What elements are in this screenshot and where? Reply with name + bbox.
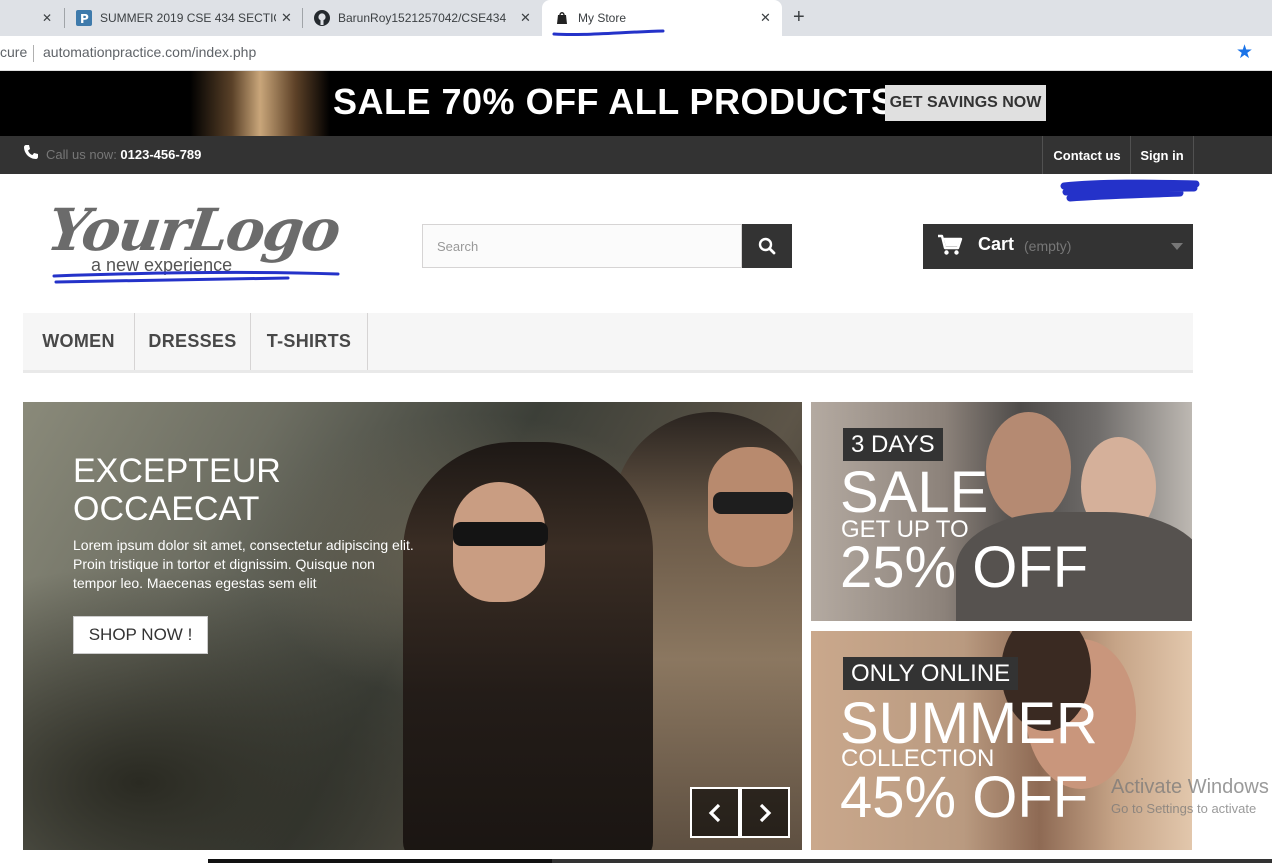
banner-badge: 3 DAYS bbox=[843, 428, 943, 461]
banner-discount: 45% OFF bbox=[840, 765, 1089, 830]
bottom-edge bbox=[0, 856, 1272, 863]
close-icon[interactable]: ✕ bbox=[42, 11, 52, 25]
promo-headline: SALE 70% OFF ALL PRODUCTS bbox=[333, 81, 896, 122]
phone-icon bbox=[24, 145, 38, 159]
chevron-left-icon bbox=[708, 803, 721, 822]
tab-label: My Store bbox=[578, 11, 627, 25]
tab-summer-2019[interactable]: P SUMMER 2019 CSE 434 SECTION ✕ bbox=[76, 0, 296, 36]
slider-prev-button[interactable] bbox=[690, 787, 740, 838]
promo-banner[interactable]: SALE 70% OFF ALL PRODUCTS GET SAVINGS NO… bbox=[0, 71, 1272, 136]
menu-item-dresses[interactable]: DRESSES bbox=[135, 313, 251, 370]
banner-headline: SALE bbox=[840, 460, 989, 525]
cart-button[interactable]: Cart (empty) bbox=[923, 224, 1193, 269]
chevron-down-icon bbox=[1171, 243, 1183, 250]
get-savings-button[interactable]: GET SAVINGS NOW bbox=[885, 85, 1046, 121]
url-field[interactable]: automationpractice.com/index.php bbox=[43, 44, 256, 60]
contact-us-link[interactable]: Contact us bbox=[1042, 136, 1131, 174]
close-icon[interactable]: ✕ bbox=[520, 10, 531, 26]
slide-title-line2: OCCAECAT bbox=[73, 490, 260, 528]
tab-label: BarunRoy1521257042/CSE434 bbox=[338, 11, 507, 25]
cart-icon bbox=[938, 234, 963, 255]
slide-description: Lorem ipsum dolor sit amet, consectetur … bbox=[73, 537, 414, 591]
search-input[interactable] bbox=[423, 225, 741, 267]
call-label: Call us now: bbox=[46, 147, 121, 162]
svg-text:P: P bbox=[80, 12, 89, 26]
bottom-edge-bar bbox=[552, 859, 1272, 863]
close-icon[interactable]: ✕ bbox=[760, 10, 771, 26]
tab-separator bbox=[302, 8, 303, 28]
slide-photo-man-sunglasses bbox=[713, 492, 793, 514]
promo-model-image bbox=[190, 71, 330, 136]
cart-label: Cart bbox=[978, 234, 1015, 254]
banner-photo-man-face bbox=[986, 412, 1071, 522]
bookmark-star-icon[interactable]: ★ bbox=[1236, 41, 1253, 64]
site-logo[interactable]: YourLogo a new experience bbox=[43, 196, 348, 296]
tab-separator bbox=[64, 8, 65, 28]
search-box bbox=[422, 224, 742, 268]
logo-main-text: YourLogo bbox=[43, 196, 344, 264]
tab-close-icon[interactable]: ✕ bbox=[42, 0, 52, 36]
promo-banner-summer-collection[interactable]: ONLY ONLINE SUMMER COLLECTION 45% OFF bbox=[811, 631, 1192, 850]
slide-title: EXCEPTEUR OCCAECAT bbox=[73, 452, 281, 528]
logo-annotation-underline bbox=[52, 271, 340, 284]
menu-item-t-shirts[interactable]: T-SHIRTS bbox=[251, 313, 368, 370]
search-button[interactable] bbox=[742, 224, 792, 268]
category-menu: WOMEN DRESSES T-SHIRTS bbox=[23, 313, 1193, 373]
sign-in-annotation-scribble bbox=[1060, 179, 1200, 202]
windows-activation-subtitle: Go to Settings to activate bbox=[1111, 801, 1257, 816]
slider-next-button[interactable] bbox=[740, 787, 790, 838]
promo-banner-3-days-sale[interactable]: 3 DAYS SALE GET UP TO 25% OFF bbox=[811, 402, 1192, 621]
sign-in-link[interactable]: Sign in bbox=[1130, 136, 1194, 174]
shopping-bag-favicon-icon bbox=[554, 10, 570, 26]
banner-discount: 25% OFF bbox=[840, 535, 1089, 600]
piazza-favicon-icon: P bbox=[76, 10, 92, 26]
slide-title-line1: EXCEPTEUR bbox=[73, 452, 281, 490]
call-us-text: Call us now: 0123-456-789 bbox=[46, 147, 201, 162]
top-nav-bar: Call us now: 0123-456-789 Contact us Sig… bbox=[0, 136, 1272, 174]
chevron-right-icon bbox=[759, 803, 772, 822]
tab-github-cse434[interactable]: BarunRoy1521257042/CSE434 ✕ bbox=[314, 0, 536, 36]
bottom-edge-bar bbox=[208, 859, 552, 863]
shop-now-button[interactable]: SHOP NOW ! bbox=[73, 616, 208, 654]
new-tab-button[interactable]: + bbox=[793, 6, 805, 29]
phone-number: 0123-456-789 bbox=[120, 147, 202, 162]
cart-status: (empty) bbox=[1024, 238, 1072, 254]
homepage-slider[interactable]: EXCEPTEUR OCCAECAT Lorem ipsum dolor sit… bbox=[23, 402, 802, 850]
browser-tab-bar: ✕ P SUMMER 2019 CSE 434 SECTION ✕ BarunR… bbox=[0, 0, 1272, 37]
tab-label: SUMMER 2019 CSE 434 SECTION bbox=[100, 11, 276, 25]
security-indicator[interactable]: cure bbox=[0, 44, 27, 60]
close-icon[interactable]: ✕ bbox=[281, 10, 292, 26]
banner-badge: ONLY ONLINE bbox=[843, 657, 1019, 690]
search-icon bbox=[758, 237, 776, 255]
windows-activation-title: Activate Windows bbox=[1111, 776, 1269, 798]
menu-item-women[interactable]: WOMEN bbox=[23, 313, 135, 370]
address-separator bbox=[33, 45, 34, 62]
github-favicon-icon bbox=[314, 10, 330, 26]
slide-photo-woman-sunglasses bbox=[453, 522, 548, 546]
address-bar: cure automationpractice.com/index.php ★ bbox=[0, 36, 1272, 71]
